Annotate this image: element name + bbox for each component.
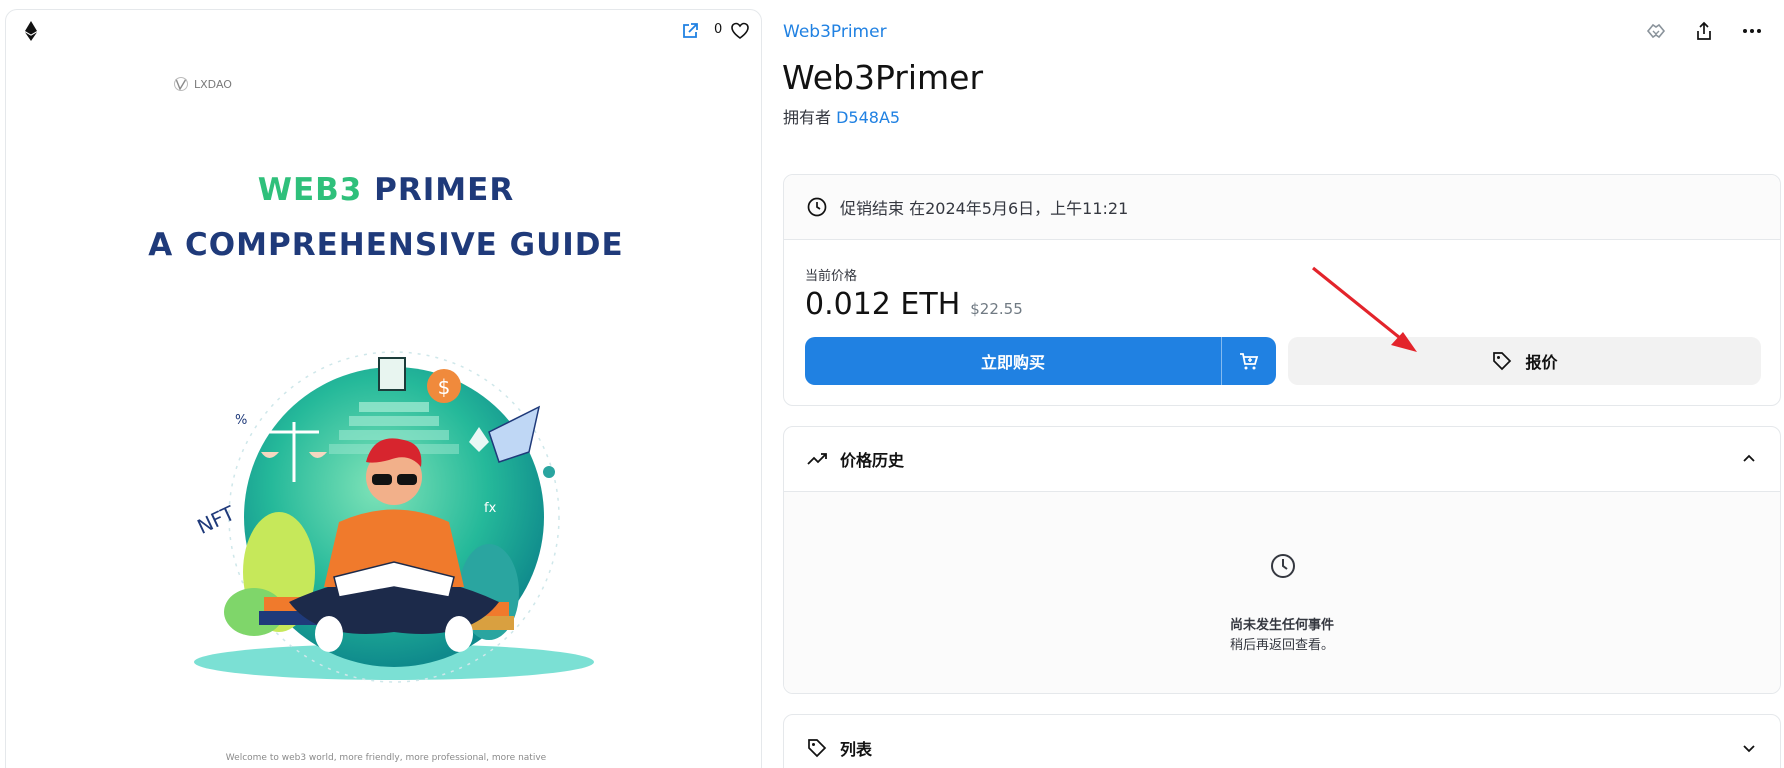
lxdao-logo: LXDAO bbox=[173, 76, 232, 92]
listing-title: 列表 bbox=[840, 739, 873, 759]
price-history-title: 价格历史 bbox=[840, 451, 905, 470]
chevron-down-icon[interactable] bbox=[1740, 739, 1758, 757]
svg-text:NFT: NFT bbox=[193, 501, 239, 539]
open-external-icon[interactable] bbox=[681, 22, 699, 40]
artwork-footer-text: Welcome to web3 world, more friendly, mo… bbox=[225, 753, 547, 763]
price-row: 0.012 ETH $22.55 bbox=[805, 287, 1023, 322]
artwork-title-web3: WEB3 bbox=[257, 172, 363, 208]
card-top-bar: 0 bbox=[6, 10, 761, 52]
clock-icon bbox=[1271, 554, 1295, 578]
price-eth: 0.012 ETH bbox=[805, 287, 961, 322]
share-icon[interactable] bbox=[1693, 20, 1715, 42]
tag-icon bbox=[808, 738, 827, 757]
sale-end-row: 促销结束 在2024年5月6日，上午11:21 bbox=[784, 175, 1780, 240]
lxdao-logo-text: LXDAO bbox=[194, 77, 232, 91]
owner-line: 拥有者 D548A5 bbox=[783, 104, 900, 128]
artwork-illustration: $ NFT % fx bbox=[193, 351, 594, 683]
chevron-up-icon[interactable] bbox=[1740, 450, 1758, 468]
tag-icon bbox=[1493, 352, 1512, 371]
artwork-title-line1: WEB3 PRIMER bbox=[131, 172, 641, 208]
artwork-title-line2: A COMPREHENSIVE GUIDE bbox=[148, 227, 624, 263]
cart-icon bbox=[1240, 353, 1259, 370]
collection-link[interactable]: Web3Primer bbox=[783, 22, 887, 42]
more-icon[interactable] bbox=[1741, 20, 1763, 42]
price-history-empty-state: 尚未发生任何事件 稍后再返回查看。 bbox=[784, 492, 1780, 693]
empty-state-title: 尚未发生任何事件 bbox=[1229, 618, 1334, 633]
trade-panel: 促销结束 在2024年5月6日，上午11:21 当前价格 0.012 ETH $… bbox=[783, 174, 1781, 406]
owner-label: 拥有者 bbox=[783, 108, 832, 127]
make-offer-button[interactable]: 报价 bbox=[1288, 337, 1761, 385]
svg-text:$: $ bbox=[438, 375, 451, 399]
add-to-cart-button[interactable] bbox=[1221, 337, 1276, 385]
buy-button-group: 立即购买 bbox=[805, 337, 1276, 385]
listing-header[interactable]: 列表 bbox=[784, 715, 1780, 768]
item-title: Web3Primer bbox=[782, 58, 984, 97]
heart-icon[interactable] bbox=[730, 21, 750, 41]
owner-link[interactable]: D548A5 bbox=[836, 108, 900, 127]
current-price-label: 当前价格 bbox=[805, 269, 858, 284]
make-offer-label: 报价 bbox=[1525, 353, 1558, 372]
like-count: 0 bbox=[714, 22, 723, 37]
artwork-title-primer: PRIMER bbox=[374, 172, 515, 208]
trend-icon bbox=[807, 453, 827, 465]
handshake-icon[interactable] bbox=[1645, 20, 1667, 42]
svg-text:fx: fx bbox=[484, 501, 497, 516]
clock-icon bbox=[807, 197, 827, 217]
empty-state-subtitle: 稍后再返回查看。 bbox=[1229, 638, 1334, 653]
listing-panel: 列表 bbox=[783, 714, 1781, 768]
top-action-icons bbox=[1645, 20, 1763, 42]
svg-text:%: % bbox=[235, 413, 247, 428]
nft-artwork[interactable]: LXDAO WEB3 PRIMER A COMPREHENSIVE GUIDE bbox=[131, 72, 641, 768]
price-history-header[interactable]: 价格历史 bbox=[784, 427, 1780, 492]
lxdao-logo-icon bbox=[174, 77, 188, 91]
sale-end-text: 促销结束 在2024年5月6日，上午11:21 bbox=[840, 199, 1129, 218]
eth-icon bbox=[25, 21, 37, 41]
buy-now-button[interactable]: 立即购买 bbox=[805, 337, 1221, 385]
price-usd: $22.55 bbox=[970, 300, 1023, 318]
price-history-panel: 价格历史 尚未发生任何事件 稍后再返回查看。 bbox=[783, 426, 1781, 694]
nft-card: 0 LXDAO WEB3 PRIMER A COMPREHENSIVE GUID… bbox=[5, 9, 762, 768]
